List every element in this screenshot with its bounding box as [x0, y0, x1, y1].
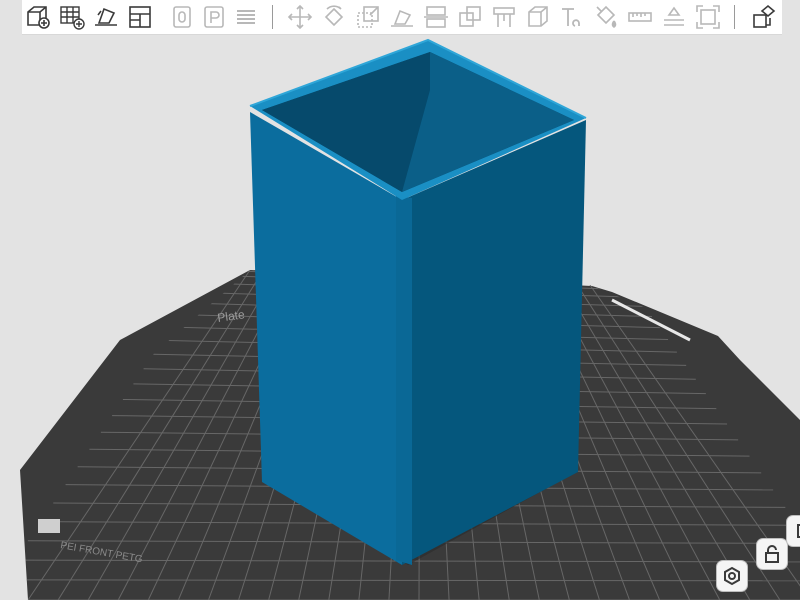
- assembly-icon: [664, 6, 684, 26]
- copy-button[interactable]: [168, 3, 196, 31]
- side-panel-button[interactable]: [786, 515, 800, 547]
- move-icon: [287, 4, 313, 30]
- seam-paint-button[interactable]: [524, 3, 552, 31]
- fit-view-icon: [696, 5, 720, 29]
- auto-orient-button[interactable]: [92, 3, 120, 31]
- 3d-viewport[interactable]: Plate PEI FRONT PETG: [0, 0, 800, 600]
- boolean-icon: [459, 6, 481, 27]
- scale-icon: [357, 6, 379, 28]
- move-button[interactable]: [286, 3, 314, 31]
- layout-icon: [129, 6, 151, 28]
- boolean-button[interactable]: [456, 3, 484, 31]
- rotate-icon: [324, 5, 344, 27]
- model-edge: [396, 196, 412, 565]
- hexagon-button[interactable]: [716, 560, 748, 592]
- toolbar-separator: [272, 5, 273, 29]
- model-box[interactable]: [249, 38, 587, 565]
- top-toolbar: [22, 0, 782, 35]
- arrange-grid-icon: [60, 6, 85, 30]
- cut-icon: [424, 6, 448, 28]
- layout-button[interactable]: [126, 3, 154, 31]
- auto-orient-icon: [95, 7, 117, 26]
- lay-on-face-button[interactable]: [388, 3, 416, 31]
- text-shape-button[interactable]: [558, 3, 586, 31]
- measure-icon: [628, 12, 652, 22]
- lock-button[interactable]: [756, 538, 788, 570]
- measure-button[interactable]: [626, 3, 654, 31]
- cut-button[interactable]: [422, 3, 450, 31]
- lay-on-face-icon: [391, 9, 413, 27]
- seam-paint-icon: [528, 6, 548, 27]
- scale-button[interactable]: [354, 3, 382, 31]
- text-shape-icon: [562, 8, 580, 27]
- assembly-button[interactable]: [660, 3, 688, 31]
- split-button[interactable]: [750, 3, 778, 31]
- plate-logo: [38, 519, 60, 533]
- split-icon: [753, 4, 776, 28]
- color-paint-icon: [596, 5, 617, 28]
- hexagon-icon: [724, 566, 740, 586]
- layers-button[interactable]: [232, 3, 260, 31]
- arrange-button[interactable]: [58, 3, 86, 31]
- paste-icon: [204, 6, 224, 28]
- add-object-icon: [27, 6, 50, 29]
- support-paint-button[interactable]: [490, 3, 518, 31]
- toolbar-separator: [734, 5, 735, 29]
- lock-icon: [765, 545, 779, 563]
- copy-icon: [173, 6, 191, 28]
- paste-button[interactable]: [200, 3, 228, 31]
- panel-icon: [797, 524, 800, 538]
- rotate-button[interactable]: [320, 3, 348, 31]
- add-object-button[interactable]: [24, 3, 52, 31]
- fit-view-button[interactable]: [694, 3, 722, 31]
- layers-icon: [237, 10, 255, 24]
- color-paint-button[interactable]: [592, 3, 620, 31]
- scene: Plate PEI FRONT PETG: [20, 38, 800, 600]
- support-paint-icon: [493, 7, 515, 27]
